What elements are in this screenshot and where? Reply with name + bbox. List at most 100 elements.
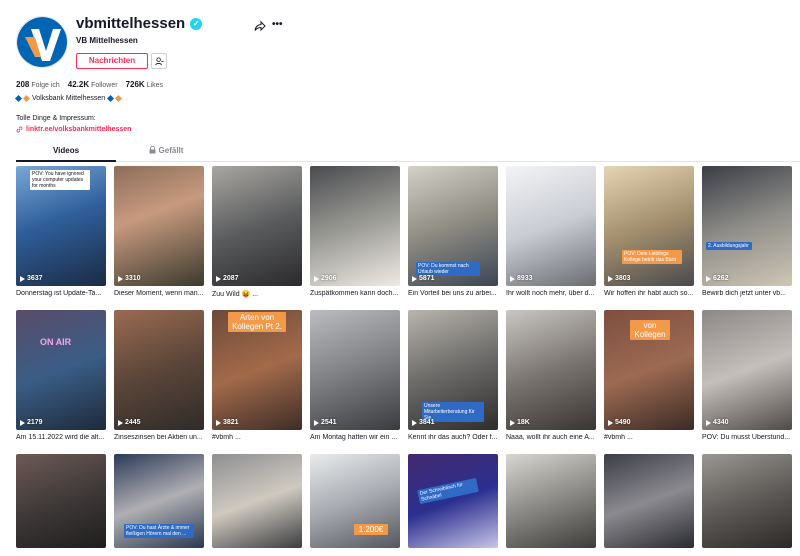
bio-line-1: Volksbank Mittelhessen: [14, 94, 123, 103]
video-overlay-text: POV: You have ignored your computer upda…: [30, 170, 90, 190]
video-thumbnail[interactable]: 4340: [702, 310, 792, 430]
user-check-icon: [154, 56, 164, 65]
video-thumbnail[interactable]: 8933: [506, 166, 596, 286]
view-count-value: 2541: [321, 419, 337, 426]
video-card[interactable]: 3310 Dieser Moment, wenn man...: [114, 166, 204, 297]
tab-active-indicator: [16, 160, 116, 162]
video-caption[interactable]: Ein Vorteil bei uns zu arbei...: [408, 290, 498, 297]
more-options-icon[interactable]: •••: [272, 19, 283, 30]
view-count: 18K: [510, 419, 530, 426]
video-thumbnail[interactable]: von Kollegen 5490: [604, 310, 694, 430]
orange-diamond-icon: [22, 94, 31, 103]
video-card[interactable]: 2087 Zuu Wild 😝 ...: [212, 166, 302, 298]
video-thumbnail[interactable]: POV: Dein Lieblings Kollege betritt das …: [604, 166, 694, 286]
video-card[interactable]: 2445 Zinseszinsen bei Aktien un...: [114, 310, 204, 441]
video-card[interactable]: POV: Du hast Ärzte & immer fleißigen Hör…: [114, 454, 204, 548]
play-icon: [216, 275, 221, 282]
video-caption[interactable]: Zuu Wild 😝 ...: [212, 290, 302, 298]
view-count-value: 2179: [27, 419, 43, 426]
video-card[interactable]: POV: You have ignored your computer upda…: [16, 166, 106, 297]
video-caption[interactable]: #vbmh ...: [212, 434, 302, 441]
video-caption[interactable]: Zuspätkommen kann doch...: [310, 290, 400, 297]
video-card[interactable]: 18K Naaa, wollt ihr auch eine A...: [506, 310, 596, 441]
video-thumbnail[interactable]: [506, 454, 596, 548]
view-count-value: 3821: [223, 419, 239, 426]
stat-following[interactable]: 208 Folge ich: [16, 80, 60, 89]
video-card[interactable]: 2. Ausbildungsjahr 6262 Bewirb dich jetzt …: [702, 166, 792, 297]
video-thumbnail[interactable]: POV: You have ignored your computer upda…: [16, 166, 106, 286]
video-thumbnail[interactable]: 1.200€: [310, 454, 400, 548]
video-thumbnail[interactable]: 18K: [506, 310, 596, 430]
video-thumbnail[interactable]: 2445: [114, 310, 204, 430]
video-caption[interactable]: #vbmh ...: [604, 434, 694, 441]
bio-link-text[interactable]: linktr.ee/volksbankmittelhessen: [26, 126, 131, 133]
play-icon: [118, 419, 123, 426]
profile-avatar[interactable]: [16, 16, 68, 68]
stat-followers[interactable]: 42.2K Follower: [68, 80, 118, 89]
video-caption[interactable]: POV: Du musst Überstund...: [702, 434, 792, 441]
video-caption[interactable]: Naaa, wollt ihr auch eine A...: [506, 434, 596, 441]
view-count-value: 2445: [125, 419, 141, 426]
video-thumbnail[interactable]: ON AIR 2179: [16, 310, 106, 430]
username-row: vbmittelhessen ✓: [76, 15, 203, 32]
video-thumbnail[interactable]: [212, 454, 302, 548]
play-icon: [314, 419, 319, 426]
video-card[interactable]: ON AIR 2179 Am 15.11.2022 wird die alt...: [16, 310, 106, 441]
view-count: 2087: [216, 275, 239, 282]
video-thumbnail[interactable]: 2541: [310, 310, 400, 430]
message-button[interactable]: Nachrichten: [76, 53, 148, 69]
video-card[interactable]: POV: Du kommst nach Urlaub wieder 5871 Ein…: [408, 166, 498, 297]
video-card[interactable]: 2906 Zuspätkommen kann doch...: [310, 166, 400, 297]
view-count-value: 4340: [713, 419, 729, 426]
username: vbmittelhessen: [76, 15, 186, 32]
video-card[interactable]: [702, 454, 792, 548]
video-thumbnail[interactable]: 2087: [212, 166, 302, 286]
video-caption[interactable]: Ihr wollt noch mehr, über d...: [506, 290, 596, 297]
view-count-value: 2906: [321, 275, 337, 282]
follow-user-button[interactable]: [151, 53, 167, 69]
video-card[interactable]: [506, 454, 596, 548]
video-caption[interactable]: Dieser Moment, wenn man...: [114, 290, 204, 297]
video-caption[interactable]: Am 15.11.2022 wird die alt...: [16, 434, 106, 441]
video-thumbnail[interactable]: POV: Du hast Ärzte & immer fleißigen Hör…: [114, 454, 204, 548]
video-thumbnail[interactable]: POV: Du kommst nach Urlaub wieder 5871: [408, 166, 498, 286]
video-thumbnail[interactable]: 3310: [114, 166, 204, 286]
video-card[interactable]: [16, 454, 106, 548]
view-count: 2445: [118, 419, 141, 426]
video-card[interactable]: Unsere Mitarbeiterberatung für Sie 3841 Ke…: [408, 310, 498, 441]
video-card[interactable]: [604, 454, 694, 548]
video-card[interactable]: von Kollegen 5490 #vbmh ...: [604, 310, 694, 441]
video-thumbnail[interactable]: 2. Ausbildungsjahr 6262: [702, 166, 792, 286]
video-thumbnail[interactable]: Unsere Mitarbeiterberatung für Sie 3841: [408, 310, 498, 430]
blue-diamond-icon: [14, 94, 23, 103]
play-icon: [706, 275, 711, 282]
video-thumbnail[interactable]: [16, 454, 106, 548]
video-overlay-text: 2. Ausbildungsjahr: [706, 242, 752, 250]
video-caption[interactable]: Am Montag hatten wir ein ...: [310, 434, 400, 441]
share-icon[interactable]: [254, 20, 266, 32]
video-card[interactable]: POV: Dein Lieblings Kollege betritt das …: [604, 166, 694, 297]
video-thumbnail[interactable]: Der Schreibtisch für Schnäbel: [408, 454, 498, 548]
video-caption[interactable]: Wir hoffen ihr habt auch so...: [604, 290, 694, 297]
video-overlay-text: 1.200€: [354, 524, 388, 535]
video-thumbnail[interactable]: [604, 454, 694, 548]
video-card[interactable]: [212, 454, 302, 548]
play-icon: [510, 419, 515, 426]
bio-link[interactable]: linktr.ee/volksbankmittelhessen: [16, 126, 131, 133]
video-thumbnail[interactable]: [702, 454, 792, 548]
tab-liked-label[interactable]: Gefällt: [159, 146, 184, 162]
video-thumbnail[interactable]: 2906: [310, 166, 400, 286]
video-card[interactable]: 8933 Ihr wollt noch mehr, über d...: [506, 166, 596, 297]
tab-liked[interactable]: Gefällt: [116, 146, 216, 162]
video-card[interactable]: 1.200€: [310, 454, 400, 548]
video-caption[interactable]: Kennt ihr das auch? Oder f...: [408, 434, 498, 441]
video-card[interactable]: 4340 POV: Du musst Überstund...: [702, 310, 792, 441]
video-card[interactable]: Arten von Kollegen Pt 2. 3821 #vbmh ...: [212, 310, 302, 441]
video-card[interactable]: Der Schreibtisch für Schnäbel: [408, 454, 498, 548]
video-caption[interactable]: Zinseszinsen bei Aktien un...: [114, 434, 204, 441]
video-caption[interactable]: Bewirb dich jetzt unter vb...: [702, 290, 792, 297]
video-caption[interactable]: Donnerstag ist Update-Ta...: [16, 290, 106, 297]
video-card[interactable]: 2541 Am Montag hatten wir ein ...: [310, 310, 400, 441]
video-overlay-text: Der Schreibtisch für Schnäbel: [417, 477, 479, 505]
video-thumbnail[interactable]: Arten von Kollegen Pt 2. 3821: [212, 310, 302, 430]
